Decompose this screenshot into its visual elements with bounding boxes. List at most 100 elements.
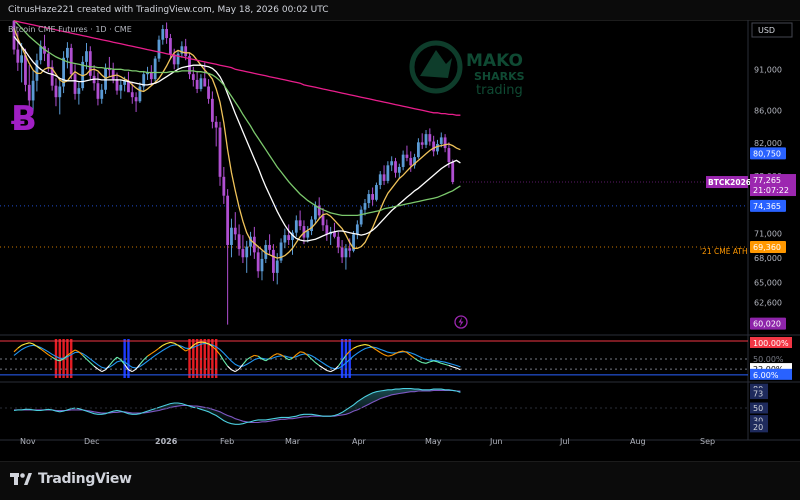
candle-body	[97, 83, 100, 99]
moving-average-line	[14, 28, 460, 258]
candle-body	[74, 74, 77, 94]
candle-body	[200, 78, 203, 89]
oscillator-main-line	[251, 355, 255, 357]
mako-sharks-watermark: MAKOSHARKStrading	[412, 43, 525, 98]
symbol-tag-text: BTCK2026	[708, 178, 751, 187]
oscillator-main-line	[457, 368, 461, 370]
candle	[74, 64, 77, 99]
oscillator-main-line	[45, 352, 49, 355]
candle-body	[165, 29, 168, 38]
oscillator-main-line	[197, 342, 201, 343]
candle	[402, 151, 405, 171]
oscillator-main-line	[418, 361, 422, 363]
candle-body	[261, 259, 264, 271]
candle-body	[371, 194, 374, 200]
oscillator-main-line	[327, 371, 331, 372]
candle	[383, 165, 386, 185]
candle-body	[211, 99, 214, 122]
candle	[154, 56, 157, 81]
candle-body	[234, 228, 237, 235]
oscillator-main-line	[140, 360, 144, 365]
candle-body	[417, 142, 420, 157]
currency-selector[interactable]: USD	[752, 23, 792, 37]
osc2-tick-text: 73	[753, 390, 763, 399]
oscillator-main-line	[18, 345, 22, 348]
candle-body	[161, 29, 164, 40]
candle-body	[406, 155, 409, 158]
oscillator-main-line	[296, 352, 300, 355]
price-chart[interactable]: MAKOSHARKStrading 91,00086,00082,00078,0…	[0, 20, 800, 461]
candle	[280, 238, 283, 263]
candle-body	[364, 203, 367, 210]
oscillator-main-line	[411, 355, 415, 358]
candle-body	[85, 51, 88, 62]
candle-body	[100, 90, 103, 99]
oscillator-1	[14, 342, 460, 372]
candle-body	[451, 162, 454, 182]
candle-body	[158, 40, 161, 59]
candle	[413, 154, 416, 169]
level-price-tag-text: 74,365	[753, 202, 781, 211]
candle	[138, 82, 141, 103]
price-tick-label: 62,600	[754, 298, 782, 307]
oscillator-2-signal	[14, 390, 460, 422]
candle	[77, 82, 80, 104]
oscillator-2	[0, 389, 748, 425]
candle	[310, 216, 313, 235]
attribution-bar: CitrusHaze221 created with TradingView.c…	[0, 0, 800, 21]
oscillator-main-line	[445, 364, 449, 365]
candle-body	[409, 158, 412, 165]
candle	[66, 42, 69, 68]
candle-body	[325, 225, 328, 234]
oscillator-main-line	[430, 361, 434, 362]
candle-body	[58, 87, 61, 98]
oscillator-main-line	[182, 348, 186, 351]
candle	[196, 71, 199, 93]
moving-average-line	[14, 21, 460, 115]
oscillator-main-line	[247, 357, 251, 360]
candle	[325, 220, 328, 241]
oscillator-main-line	[357, 345, 361, 346]
candle	[329, 227, 332, 245]
candle	[226, 189, 229, 324]
level-price-tag: 80,750	[750, 147, 786, 159]
oscillator-main-line	[228, 366, 232, 370]
candle-body	[394, 161, 397, 172]
candle	[238, 224, 241, 255]
candle	[234, 212, 237, 240]
oscillator-main-line	[354, 346, 358, 348]
candle	[333, 223, 336, 239]
osc2-tick: 20	[750, 421, 768, 432]
candle-body	[39, 46, 42, 60]
candle	[421, 133, 424, 149]
oscillator-main-line	[453, 367, 457, 368]
oscillator-main-line	[289, 358, 293, 359]
candle	[367, 190, 370, 208]
chart-overlays: Bitcoin CME Futures · 1D · CMEɃ'21 CME A…	[8, 25, 748, 328]
oscillator-main-line	[365, 345, 369, 346]
candle-body	[242, 249, 245, 257]
candle	[386, 161, 389, 183]
candle-body	[272, 250, 275, 273]
oscillator-main-line	[14, 348, 18, 352]
oscillator-main-line	[220, 355, 224, 361]
candle-body	[314, 206, 317, 220]
candle	[341, 240, 344, 263]
candle	[150, 65, 153, 86]
candle-body	[306, 231, 309, 238]
time-tick-label: Dec	[84, 437, 99, 446]
candle	[295, 215, 298, 236]
candle-body	[207, 87, 210, 99]
osc-level-tag: 50.00%	[750, 353, 792, 364]
candle-body	[257, 252, 260, 271]
candle	[428, 128, 431, 145]
tradingview-logo[interactable]: TradingView	[10, 471, 132, 487]
candle-body	[345, 248, 348, 257]
horizontal-levels	[0, 206, 748, 375]
grid	[0, 20, 800, 440]
oscillator-main-line	[25, 343, 29, 344]
oscillator-main-line	[315, 363, 319, 366]
osc-level-tag: 6.00%	[750, 369, 792, 380]
candle	[161, 25, 164, 45]
time-axis[interactable]: NovDec2026FebMarAprMayJunJulAugSep	[20, 437, 715, 446]
